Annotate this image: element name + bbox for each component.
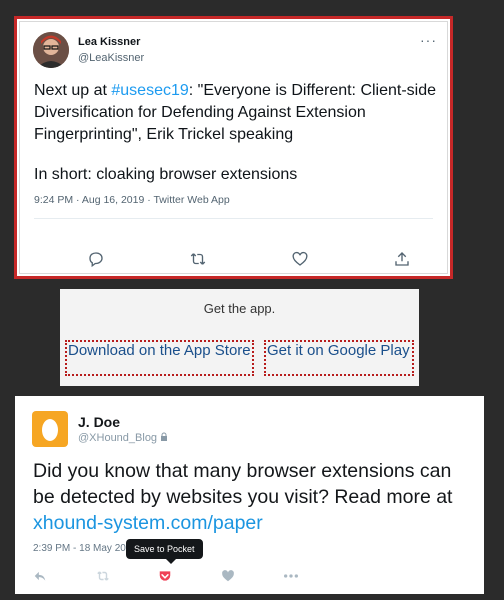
divider [34,218,433,219]
get-app-title: Get the app. [203,301,276,316]
tweet-text: Did you know that many browser extension… [33,458,473,536]
avatar[interactable] [33,32,69,68]
tweet-timestamp[interactable]: 2:39 PM - 18 May 20 [33,543,126,554]
tweet-text-part: Did you know that many browser extension… [33,460,453,508]
tweet-card-inner: Lea Kissner @LeaKissner ··· Next up at #… [19,21,448,274]
tweet-text: Next up at #usesec19: "Everyone is Diffe… [34,80,439,186]
app-store-link[interactable]: Download on the App Store [65,340,254,376]
like-icon[interactable] [221,569,237,585]
get-app-panel: Get the app. Download on the App Store G… [60,289,419,386]
tweet-card-jdoe: J. Doe @XHound_Blog Did you know that ma… [15,396,484,594]
hashtag-link[interactable]: #usesec19 [111,82,188,99]
reply-icon[interactable] [87,250,107,270]
pocket-icon[interactable] [158,569,174,585]
tweet-actions [33,569,466,585]
author-handle: @XHound_Blog [78,432,158,444]
avatar-egg[interactable] [32,411,68,447]
author-name[interactable]: J. Doe [78,414,120,430]
author-handle-row[interactable]: @XHound_Blog [78,432,168,444]
lock-icon [160,432,168,444]
google-play-link[interactable]: Get it on Google Play [264,340,414,376]
retweet-icon[interactable] [95,569,111,585]
like-icon[interactable] [291,250,311,270]
reply-icon[interactable] [33,569,49,585]
paper-link[interactable]: xhound-system.com/paper [33,512,263,534]
retweet-icon[interactable] [189,250,209,270]
more-options-icon[interactable]: ··· [420,32,437,48]
tweet-timestamp[interactable]: 9:24 PM · Aug 16, 2019 · Twitter Web App [34,194,230,206]
more-icon[interactable] [283,569,299,585]
tweet-text-paragraph: In short: cloaking browser extensions [34,166,298,183]
tweet-text-part: Next up at [34,82,112,99]
tweet-actions [34,250,433,270]
author-name[interactable]: Lea Kissner [78,36,140,48]
tweet-card-lea: Lea Kissner @LeaKissner ··· Next up at #… [14,16,453,279]
author-handle[interactable]: @LeaKissner [78,52,144,64]
save-to-pocket-tooltip: Save to Pocket [126,539,203,564]
share-icon[interactable] [393,250,413,270]
